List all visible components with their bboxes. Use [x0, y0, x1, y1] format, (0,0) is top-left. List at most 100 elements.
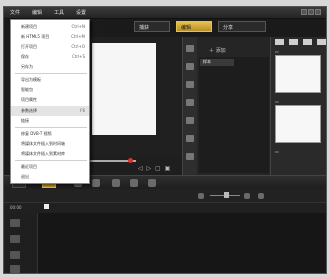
overlay-track-icon[interactable] [10, 235, 20, 243]
menu-item-label: 链接 [21, 118, 29, 123]
zoom-out-icon[interactable] [198, 193, 204, 199]
menu-item-new-html5-project[interactable]: 新 HTML5 项目 Ctrl+M [11, 32, 89, 42]
auto-music-icon[interactable] [148, 179, 156, 187]
menu-item-shortcut: Ctrl+O [71, 44, 85, 49]
menu-item-label: 新建项目 [21, 24, 37, 29]
menu-item-shortcut: Ctrl+M [71, 34, 85, 39]
voice-track-icon[interactable] [10, 265, 20, 273]
fit-project-icon[interactable] [258, 193, 264, 199]
thumbnail-panel: ▭ ▭ ▭ [270, 37, 326, 175]
menu-item-exit[interactable]: 退出 [11, 172, 89, 182]
menu-item-new-project[interactable]: 新建项目 Ctrl+N [11, 22, 89, 32]
sort-icon[interactable] [289, 39, 298, 45]
menu-item-label: 将媒体文件插入到素材库 [21, 151, 65, 156]
menu-file[interactable]: 文件 [10, 9, 20, 16]
menu-item-repair-video[interactable]: 修复 DVB-T 视频 [11, 129, 89, 139]
timeline-header [4, 189, 326, 203]
menu-item-label: 新 HTML5 项目 [21, 34, 50, 39]
library-category-bar [183, 37, 197, 175]
menu-item-shortcut: Ctrl+N [71, 24, 85, 29]
instant-project-icon[interactable] [186, 63, 194, 70]
thumbnail-tag: ▭ [275, 149, 279, 154]
scrub-handle[interactable] [128, 158, 133, 163]
tab-share-label: 分享 [223, 25, 234, 31]
menu-item-insert-to-library[interactable]: 将媒体文件插入到素材库 [11, 149, 89, 159]
sound-mixer-icon[interactable] [130, 179, 138, 187]
menu-item-label: 退出 [21, 174, 29, 179]
menu-separator [15, 127, 87, 128]
menu-edit[interactable]: 编辑 [32, 9, 42, 16]
zoom-slider-handle[interactable] [224, 192, 229, 198]
menu-item-label: 保存 [21, 54, 29, 59]
media-icon[interactable] [186, 45, 194, 52]
menu-tools[interactable]: 工具 [54, 9, 64, 16]
playhead[interactable] [44, 204, 49, 209]
menu-item-open-project[interactable]: 打开项目 Ctrl+O [11, 42, 89, 52]
ruler-time-label: 00:00 [10, 205, 22, 210]
menu-bar: 文件 编辑 工具 设置 [4, 7, 326, 19]
track-headers [4, 213, 38, 273]
menu-item-label: 另存为 [21, 64, 33, 69]
menu-item-label: 智能包 [21, 87, 33, 92]
video-track-icon[interactable] [10, 219, 20, 227]
timeline-tracks[interactable] [4, 213, 326, 273]
menu-separator [15, 160, 87, 161]
menu-item-label: 项目属性 [21, 97, 37, 102]
media-thumbnail[interactable] [275, 55, 321, 93]
close-button[interactable] [315, 9, 321, 15]
add-folder-label: 添加 [215, 48, 226, 54]
menu-item-shortcut: F6 [80, 108, 85, 113]
maximize-button[interactable] [308, 9, 314, 15]
tab-capture-label: 捕获 [139, 25, 150, 31]
preview-screen [92, 43, 156, 135]
zoom-in-icon[interactable] [244, 193, 250, 199]
tab-edit-label: 编辑 [181, 25, 192, 31]
file-menu-dropdown: 新建项目 Ctrl+N 新 HTML5 项目 Ctrl+M 打开项目 Ctrl+O 保… [10, 19, 90, 184]
folder-item-samples[interactable]: 样本 [200, 59, 234, 66]
path-icon[interactable] [186, 153, 194, 160]
thumbnail-tag: ▭ [275, 99, 279, 104]
menu-item-label: 打开项目 [21, 44, 37, 49]
list-icon[interactable] [317, 39, 326, 45]
menu-item-export-template[interactable]: 导出为模板 [11, 75, 89, 85]
minimize-button[interactable] [301, 9, 307, 15]
redo-icon[interactable] [92, 179, 100, 187]
record-icon[interactable] [112, 179, 120, 187]
filter-icon[interactable] [186, 135, 194, 142]
menu-item-link[interactable]: 链接 [11, 116, 89, 126]
add-folder-button[interactable]: ＋ 添加 [209, 47, 226, 54]
tab-share[interactable]: 分享 [218, 21, 266, 32]
menu-item-smart-package[interactable]: 智能包 [11, 85, 89, 95]
graphic-icon[interactable] [186, 117, 194, 124]
menu-item-preferences[interactable]: 参数选择 F6 [11, 106, 89, 116]
timeline-ruler[interactable]: 00:00 [4, 203, 326, 213]
playback-controls: ◁ ▷ ▢ ▣ [86, 157, 182, 175]
menu-item-save-as[interactable]: 另存为 [11, 62, 89, 72]
title-icon[interactable] [186, 99, 194, 106]
view-toggle-icon[interactable] [275, 39, 284, 45]
grid-icon[interactable] [303, 39, 312, 45]
menu-item-project-properties[interactable]: 项目属性 [11, 95, 89, 105]
video-editor-window: 文件 编辑 工具 设置 捕获 编辑 分享 ◁ ▷ ▢ ▣ ＋ 添加 样本 ▭ ▭… [3, 6, 327, 274]
menu-separator [15, 73, 87, 74]
tab-edit[interactable]: 编辑 [176, 21, 212, 32]
thumbnail-tag: ▭ [275, 49, 279, 54]
menu-item-label: 修复 DVB-T 视频 [21, 131, 52, 136]
menu-item-shortcut: Ctrl+S [71, 54, 85, 59]
library-folder-list [199, 57, 269, 173]
window-controls [300, 9, 322, 17]
title-track-icon[interactable] [10, 251, 20, 259]
transport-buttons[interactable]: ◁ ▷ ▢ ▣ [138, 165, 171, 172]
menu-item-recent-projects[interactable]: 最近项目 [11, 162, 89, 172]
menu-item-label: 导出为模板 [21, 77, 41, 82]
menu-item-label: 最近项目 [21, 164, 37, 169]
media-thumbnail[interactable] [275, 105, 321, 143]
tab-capture[interactable]: 捕获 [134, 21, 170, 32]
menu-item-label: 将媒体文件插入到时间轴 [21, 141, 65, 146]
menu-item-save[interactable]: 保存 Ctrl+S [11, 52, 89, 62]
menu-settings[interactable]: 设置 [76, 9, 86, 16]
transition-icon[interactable] [186, 81, 194, 88]
workspace-tabs: 捕获 编辑 分享 [104, 19, 326, 35]
menu-item-label: 参数选择 [21, 108, 37, 113]
menu-item-insert-to-timeline[interactable]: 将媒体文件插入到时间轴 [11, 139, 89, 149]
